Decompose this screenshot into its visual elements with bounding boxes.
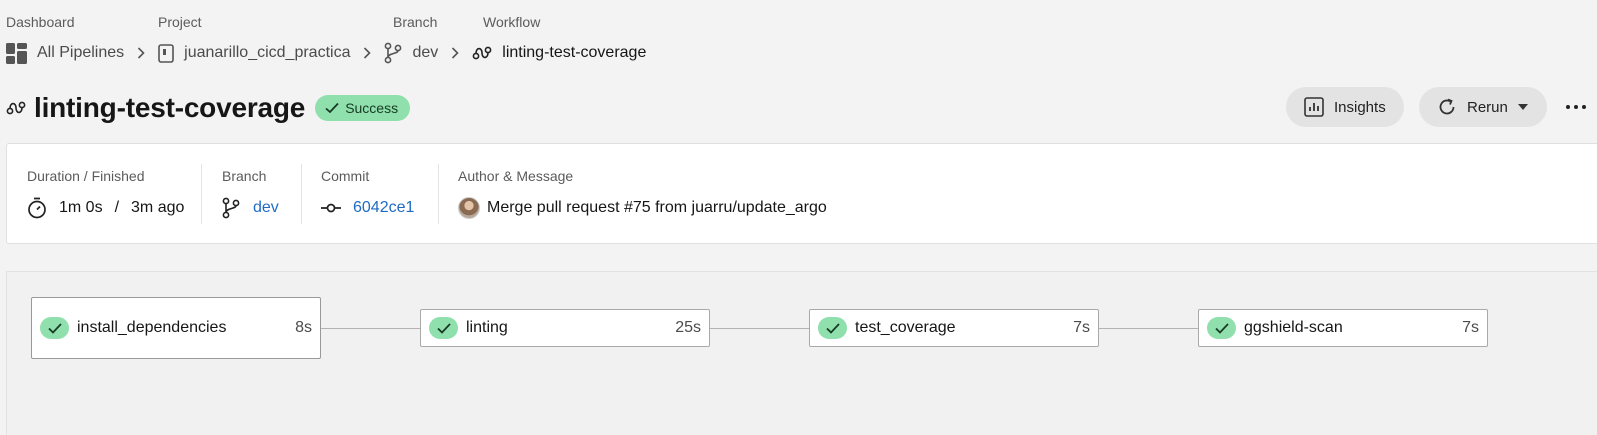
success-check-icon (1207, 317, 1236, 339)
refresh-icon (1439, 98, 1455, 115)
breadcrumb-label-branch: Branch (393, 14, 438, 30)
job-name: linting (466, 319, 508, 336)
check-icon (325, 102, 339, 114)
branch-icon (222, 197, 240, 219)
chevron-right-icon (451, 47, 459, 59)
workflow-graph: install_dependencies 8s linting 25s test… (6, 271, 1597, 435)
job-duration: 8s (295, 319, 312, 336)
insights-button-label: Insights (1334, 98, 1386, 116)
breadcrumb: All Pipelines juanarillo_cicd_practica d… (6, 40, 646, 66)
graph-edge (321, 328, 420, 329)
author-value: Merge pull request #75 from juarru/updat… (458, 196, 827, 220)
more-menu-button[interactable] (1555, 87, 1597, 127)
duration-text: 1m 0s (59, 199, 103, 216)
avatar (458, 197, 480, 219)
breadcrumb-branch-label: dev (412, 44, 439, 61)
job-node[interactable]: install_dependencies 8s (31, 297, 321, 359)
commit-label: Commit (321, 168, 370, 184)
pipeline-summary: Duration / Finished 1m 0s / 3m ago Branc… (6, 143, 1597, 244)
job-node[interactable]: test_coverage 7s (809, 309, 1099, 347)
job-duration: 7s (1073, 319, 1090, 336)
repo-icon (158, 43, 174, 63)
more-horizontal-icon (1566, 105, 1586, 109)
job-name: install_dependencies (77, 319, 227, 336)
branch-icon (385, 42, 402, 64)
insights-button[interactable]: Insights (1286, 87, 1404, 127)
duration-separator: / (114, 199, 120, 216)
rerun-button[interactable]: Rerun (1419, 87, 1547, 127)
branch-label: Branch (222, 168, 267, 184)
breadcrumb-label-workflow: Workflow (483, 14, 541, 30)
job-node[interactable]: linting 25s (420, 309, 710, 347)
finished-text: 3m ago (131, 199, 185, 216)
insights-chart-icon (1304, 97, 1324, 117)
success-check-icon (818, 317, 847, 339)
breadcrumb-all-pipelines[interactable]: All Pipelines (6, 42, 125, 64)
commit-icon (321, 203, 341, 213)
header-actions: Insights Rerun (1286, 87, 1597, 127)
chevron-right-icon (363, 47, 372, 59)
commit-link[interactable]: 6042ce1 (353, 199, 414, 217)
page-title: linting-test-coverage (34, 92, 306, 123)
breadcrumb-workflow[interactable]: linting-test-coverage (472, 44, 646, 62)
author-label: Author & Message (458, 168, 574, 184)
chevron-right-icon (137, 47, 145, 59)
success-check-icon (40, 317, 69, 339)
duration-label: Duration / Finished (27, 168, 145, 184)
breadcrumb-label-project: Project (158, 14, 202, 30)
divider (438, 164, 439, 224)
rerun-button-label: Rerun (1467, 98, 1508, 116)
job-duration: 25s (675, 319, 701, 336)
status-badge: Success (315, 95, 411, 121)
breadcrumb-branch[interactable]: dev (384, 42, 438, 64)
success-check-icon (429, 317, 458, 339)
graph-edge (1099, 328, 1198, 329)
breadcrumb-project-label: juanarillo_cicd_practica (184, 44, 351, 61)
job-name: ggshield-scan (1244, 319, 1343, 336)
divider (301, 164, 302, 224)
job-node[interactable]: ggshield-scan 7s (1198, 309, 1488, 347)
breadcrumb-project[interactable]: juanarillo_cicd_practica (158, 43, 351, 63)
breadcrumb-workflow-label: linting-test-coverage (502, 44, 647, 61)
page-header: linting-test-coverage Success (6, 88, 411, 128)
job-name: test_coverage (855, 319, 956, 336)
breadcrumb-all-pipelines-label: All Pipelines (37, 44, 125, 61)
commit-value: 6042ce1 (321, 196, 414, 220)
branch-value: dev (222, 196, 279, 220)
chevron-down-icon (1517, 104, 1528, 110)
workflow-icon (6, 101, 26, 115)
duration-value: 1m 0s / 3m ago (27, 196, 184, 220)
branch-link[interactable]: dev (253, 199, 279, 217)
timer-icon (28, 197, 46, 219)
status-badge-label: Success (345, 100, 399, 116)
commit-message: Merge pull request #75 from juarru/updat… (487, 199, 827, 216)
divider (201, 164, 202, 224)
graph-edge (710, 328, 809, 329)
breadcrumb-label-dashboard: Dashboard (6, 14, 75, 30)
workflow-icon (472, 46, 492, 60)
dashboard-grid-icon (6, 42, 27, 64)
job-duration: 7s (1462, 319, 1479, 336)
